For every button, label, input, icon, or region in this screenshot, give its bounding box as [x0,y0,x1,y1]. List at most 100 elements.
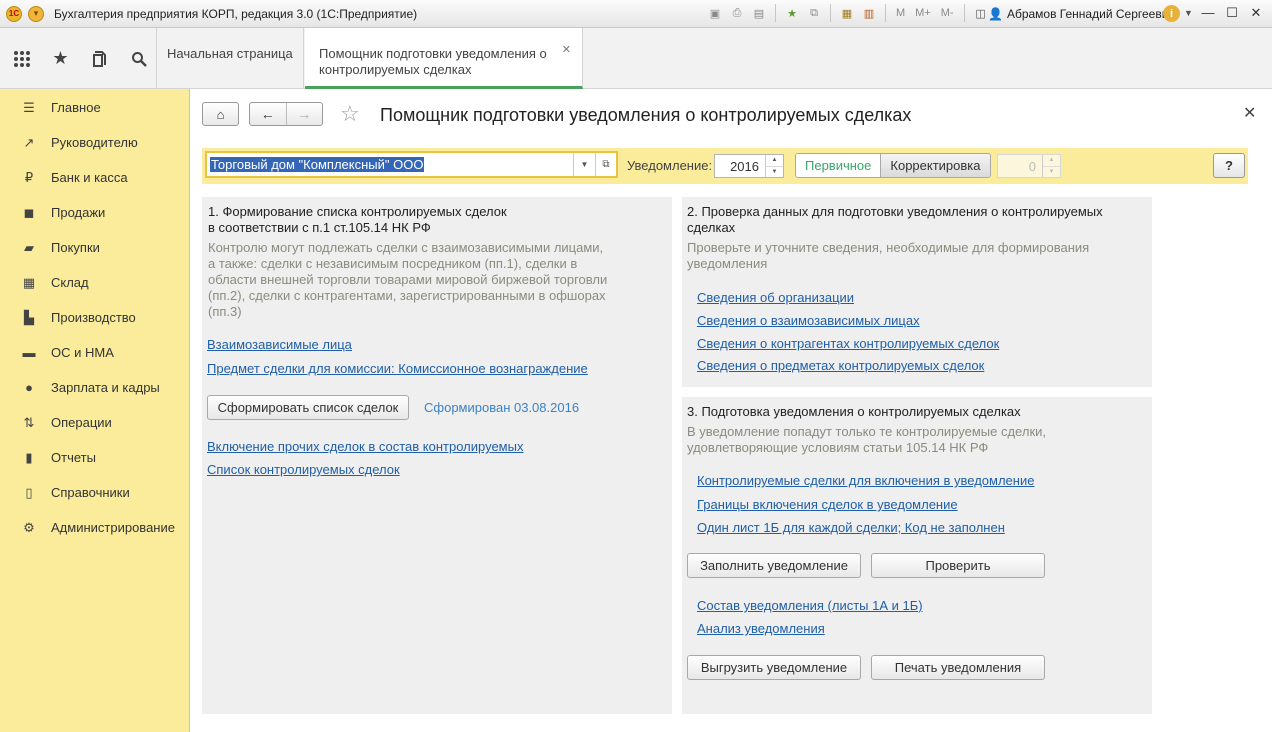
filter-toolbar: Торговый дом "Комплексный" ООО ▼ ⧉ Уведо… [202,148,1248,184]
close-window-button[interactable]: ✕ [1246,5,1266,21]
fill-notice-button[interactable]: Заполнить уведомление [687,553,861,578]
trend-icon: ↗ [23,134,35,150]
history-pages-icon[interactable] [82,40,117,77]
organization-field[interactable]: Торговый дом "Комплексный" ООО ▼ ⧉ [205,151,618,178]
sidebar-item-label: Главное [51,100,101,115]
sidebar-item-production[interactable]: ▙ Производство [0,300,189,335]
truck-icon: ▬ [22,345,36,360]
year-spinner[interactable]: ▲ ▼ [765,155,783,177]
sidebar-item-salary[interactable]: ● Зарплата и кадры [0,370,189,405]
formation-status[interactable]: Сформирован 03.08.2016 [424,400,579,415]
forward-arrow-icon[interactable]: → [285,103,323,125]
correction-spinner: ▲ ▼ [1042,155,1060,177]
tab-home-page[interactable]: Начальная страница [156,28,304,89]
calendar-icon[interactable]: ▥ [860,4,878,22]
description-line: а также: сделки с независимым посреднико… [208,256,578,271]
memory-m-button[interactable]: M [893,4,908,22]
warehouse-icon: ▦ [22,274,36,290]
sidebar-item-assets[interactable]: ▬ ОС и НМА [0,335,189,370]
print-notice-button[interactable]: Печать уведомления [871,655,1045,680]
organization-value: Торговый дом "Комплексный" ООО [210,157,425,172]
close-tab-icon[interactable]: ✕ [562,42,571,58]
description-line: Проверьте и уточните сведения, необходим… [687,240,1090,255]
home-button[interactable]: ⌂ [202,102,239,126]
sections-grid-icon[interactable] [4,40,39,77]
memory-minus-button[interactable]: M- [938,4,957,22]
search-icon[interactable] [121,40,156,77]
favorite-star-icon[interactable]: ☆ [340,102,360,126]
sidebar-item-sales[interactable]: ◼ Продажи [0,195,189,230]
sidebar-item-label: Руководителю [51,135,138,150]
section-2-panel: 2. Проверка данных для подготовки уведом… [682,197,1152,387]
chevron-down-icon[interactable]: ▼ [573,153,595,176]
correction-toggle-button[interactable]: Корректировка [880,154,990,177]
history-icon[interactable]: ⧉ [805,4,823,22]
window-title: Бухгалтерия предприятия КОРП, редакция 3… [54,6,418,21]
sidebar-item-label: Зарплата и кадры [51,380,160,395]
section-2-title: 2. Проверка данных для подготовки уведом… [687,204,1103,236]
print-icon[interactable]: ⎙ [728,4,746,22]
section-3-title: 3. Подготовка уведомления о контролируем… [687,404,1021,419]
controlled-deals-list-link[interactable]: Список контролируемых сделок [207,462,400,477]
sidebar-item-operations[interactable]: ⇅ Операции [0,405,189,440]
deals-for-notice-link[interactable]: Контролируемые сделки для включения в ув… [697,473,1034,488]
description-line: Контролю могут подлежать сделки с взаимо… [208,240,604,255]
close-form-icon[interactable]: ✕ [1243,103,1256,123]
related-persons-info-link[interactable]: Сведения о взаимозависимых лицах [697,313,920,328]
related-parties-link[interactable]: Взаимозависимые лица [207,337,352,352]
export-notice-button[interactable]: Выгрузить уведомление [687,655,861,680]
tab-notice-assistant[interactable]: Помощник подготовки уведомления о контро… [305,28,583,89]
notice-composition-link[interactable]: Состав уведомления (листы 1А и 1Б) [697,598,923,613]
spin-down-icon[interactable]: ▼ [766,165,783,178]
sidebar-item-warehouse[interactable]: ▦ Склад [0,265,189,300]
current-user[interactable]: 👤 Абрамов Геннадий Сергеевич [988,7,1175,21]
calculator-icon[interactable]: ▦ [838,4,856,22]
deal-subjects-info-link[interactable]: Сведения о предметах контролируемых сдел… [697,358,984,373]
gear-icon: ⚙ [23,519,35,535]
section-bar: ★ Начальная страница Помощник подготовки… [0,28,1272,89]
sidebar-item-references[interactable]: ▯ Справочники [0,475,189,510]
correction-number-field: 0 ▲ ▼ [997,154,1061,178]
preview-icon[interactable]: ▤ [750,4,768,22]
title-toolbar: ▣ ⎙ ▤ ★ ⧉ ▦ ▥ M M+ M- ◫ [706,4,990,22]
info-icon[interactable]: i [1163,5,1180,22]
toolbar-separator [775,4,776,22]
help-button[interactable]: ? [1213,153,1245,178]
page-title: Помощник подготовки уведомления о контро… [380,105,912,125]
sidebar-item-administration[interactable]: ⚙ Администрирование [0,510,189,545]
save-icon[interactable]: ▣ [706,4,724,22]
sidebar-item-main[interactable]: ☰ Главное [0,90,189,125]
panels-icon[interactable]: ◫ [972,4,990,22]
sidebar-item-bank[interactable]: ₽ Банк и касса [0,160,189,195]
favorite-add-icon[interactable]: ★ [783,4,801,22]
sidebar-item-manager[interactable]: ↗ Руководителю [0,125,189,160]
include-other-deals-link[interactable]: Включение прочих сделок в состав контрол… [207,439,523,454]
inclusion-limits-link[interactable]: Границы включения сделок в уведомление [697,497,958,512]
back-arrow-icon[interactable]: ← [250,103,286,125]
commission-subject-link[interactable]: Предмет сделки для комиссии: Комиссионно… [207,361,588,376]
maximize-button[interactable]: ☐ [1222,5,1242,21]
chevron-down-icon[interactable]: ▼ [1184,8,1193,18]
sidebar-item-label: Производство [51,310,136,325]
sheet-1b-per-deal-link[interactable]: Один лист 1Б для каждой сделки; Код не з… [697,520,1005,535]
minimize-button[interactable]: — [1198,5,1218,20]
favorites-star-icon[interactable]: ★ [43,40,78,77]
sidebar-item-label: Справочники [51,485,130,500]
notice-analysis-link[interactable]: Анализ уведомления [697,621,825,636]
memory-plus-button[interactable]: M+ [912,4,934,22]
description-line: (пп.3) [208,304,242,319]
counterparties-info-link[interactable]: Сведения о контрагентах контролируемых с… [697,336,999,351]
section-3-description: В уведомление попадут только те контроли… [687,424,1046,456]
main-menu-icon[interactable]: ▾ [28,5,44,22]
check-button[interactable]: Проверить [871,553,1045,578]
open-icon[interactable]: ⧉ [595,153,616,176]
spin-up-icon[interactable]: ▲ [766,155,783,166]
form-deals-list-button[interactable]: Сформировать список сделок [207,395,409,420]
sidebar-item-reports[interactable]: ▮ Отчеты [0,440,189,475]
tab-notice-assistant-label: Помощник подготовки уведомления о контро… [319,46,547,77]
sidebar-item-purchases[interactable]: ▰ Покупки [0,230,189,265]
organization-info-link[interactable]: Сведения об организации [697,290,854,305]
primary-toggle-button[interactable]: Первичное [796,154,881,177]
sidebar-item-label: Операции [51,415,112,430]
year-field[interactable]: 2016 ▲ ▼ [714,154,784,178]
